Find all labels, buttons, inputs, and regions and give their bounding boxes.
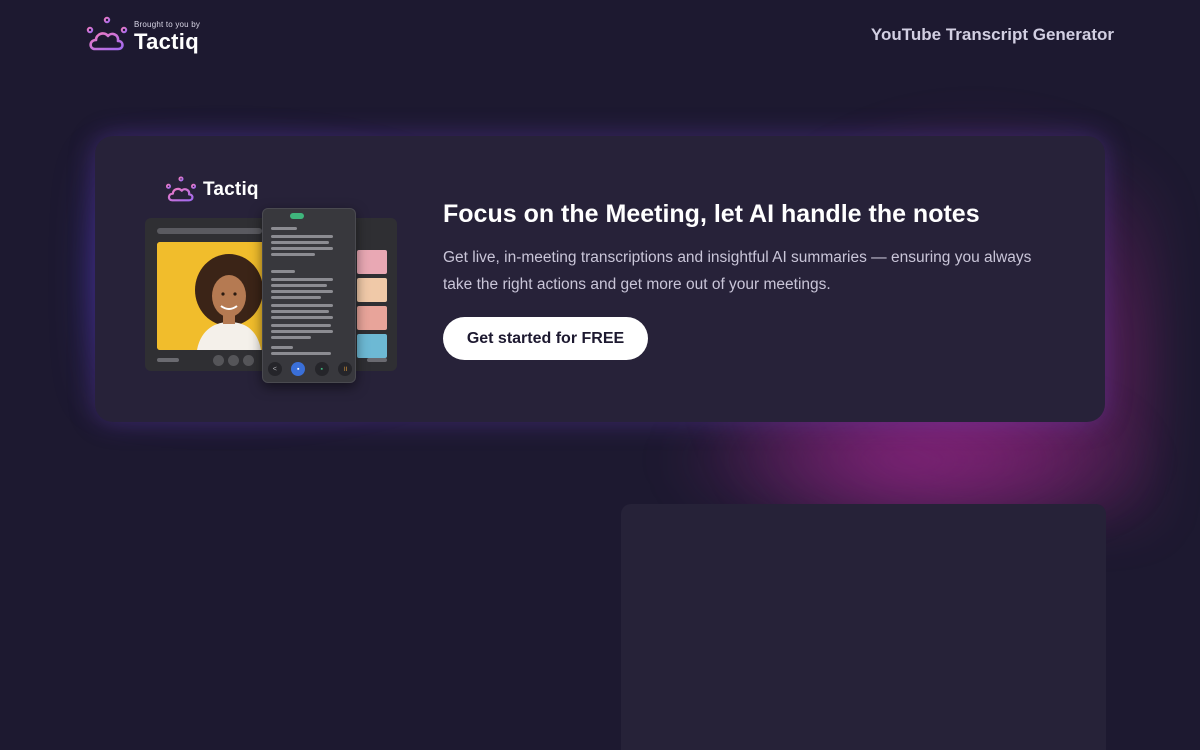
promo-logo: Tactiq: [165, 176, 259, 204]
cloud-logo-icon: [165, 176, 197, 202]
participant-thumbnails: [357, 250, 387, 358]
promo-card: Tactiq < ▪ ▪ ॥ Focus on the Meeting, let…: [95, 136, 1105, 422]
transcript-panel-mock: < ▪ ▪ ॥: [262, 208, 356, 383]
content-panel: [621, 504, 1106, 750]
brand-name: Tactiq: [134, 29, 199, 54]
app-preview-illustration: < ▪ ▪ ॥: [145, 208, 397, 383]
panel-action-icons: < ▪ ▪ ॥: [263, 362, 357, 376]
promo-logo-text: Tactiq: [203, 179, 259, 200]
share-icon: <: [267, 362, 282, 376]
mock-title-bar: [157, 228, 262, 234]
document-icon: ▪: [314, 362, 329, 376]
page: Brought to you by Tactiq YouTube Transcr…: [0, 0, 1200, 750]
brought-by-label: Brought to you by: [134, 20, 201, 29]
notes-icon: ▪: [291, 362, 306, 376]
video-participant-image: [157, 242, 267, 350]
pause-icon: ॥: [338, 362, 353, 376]
promo-description: Get live, in-meeting transcriptions and …: [443, 249, 1032, 293]
brand-text: Brought to you by Tactiq: [134, 20, 200, 54]
get-started-button[interactable]: Get started for FREE: [443, 317, 648, 360]
brand-logo-link[interactable]: Brought to you by Tactiq: [86, 14, 200, 54]
cloud-logo-icon: [86, 16, 128, 51]
mock-bottom-bar: [157, 358, 179, 362]
promo-title: Focus on the Meeting, let AI handle the …: [443, 200, 980, 228]
mock-control-dots: [213, 355, 254, 366]
youtube-transcript-generator-link[interactable]: YouTube Transcript Generator: [871, 25, 1114, 45]
mock-bottom-bar-right: [367, 358, 387, 362]
